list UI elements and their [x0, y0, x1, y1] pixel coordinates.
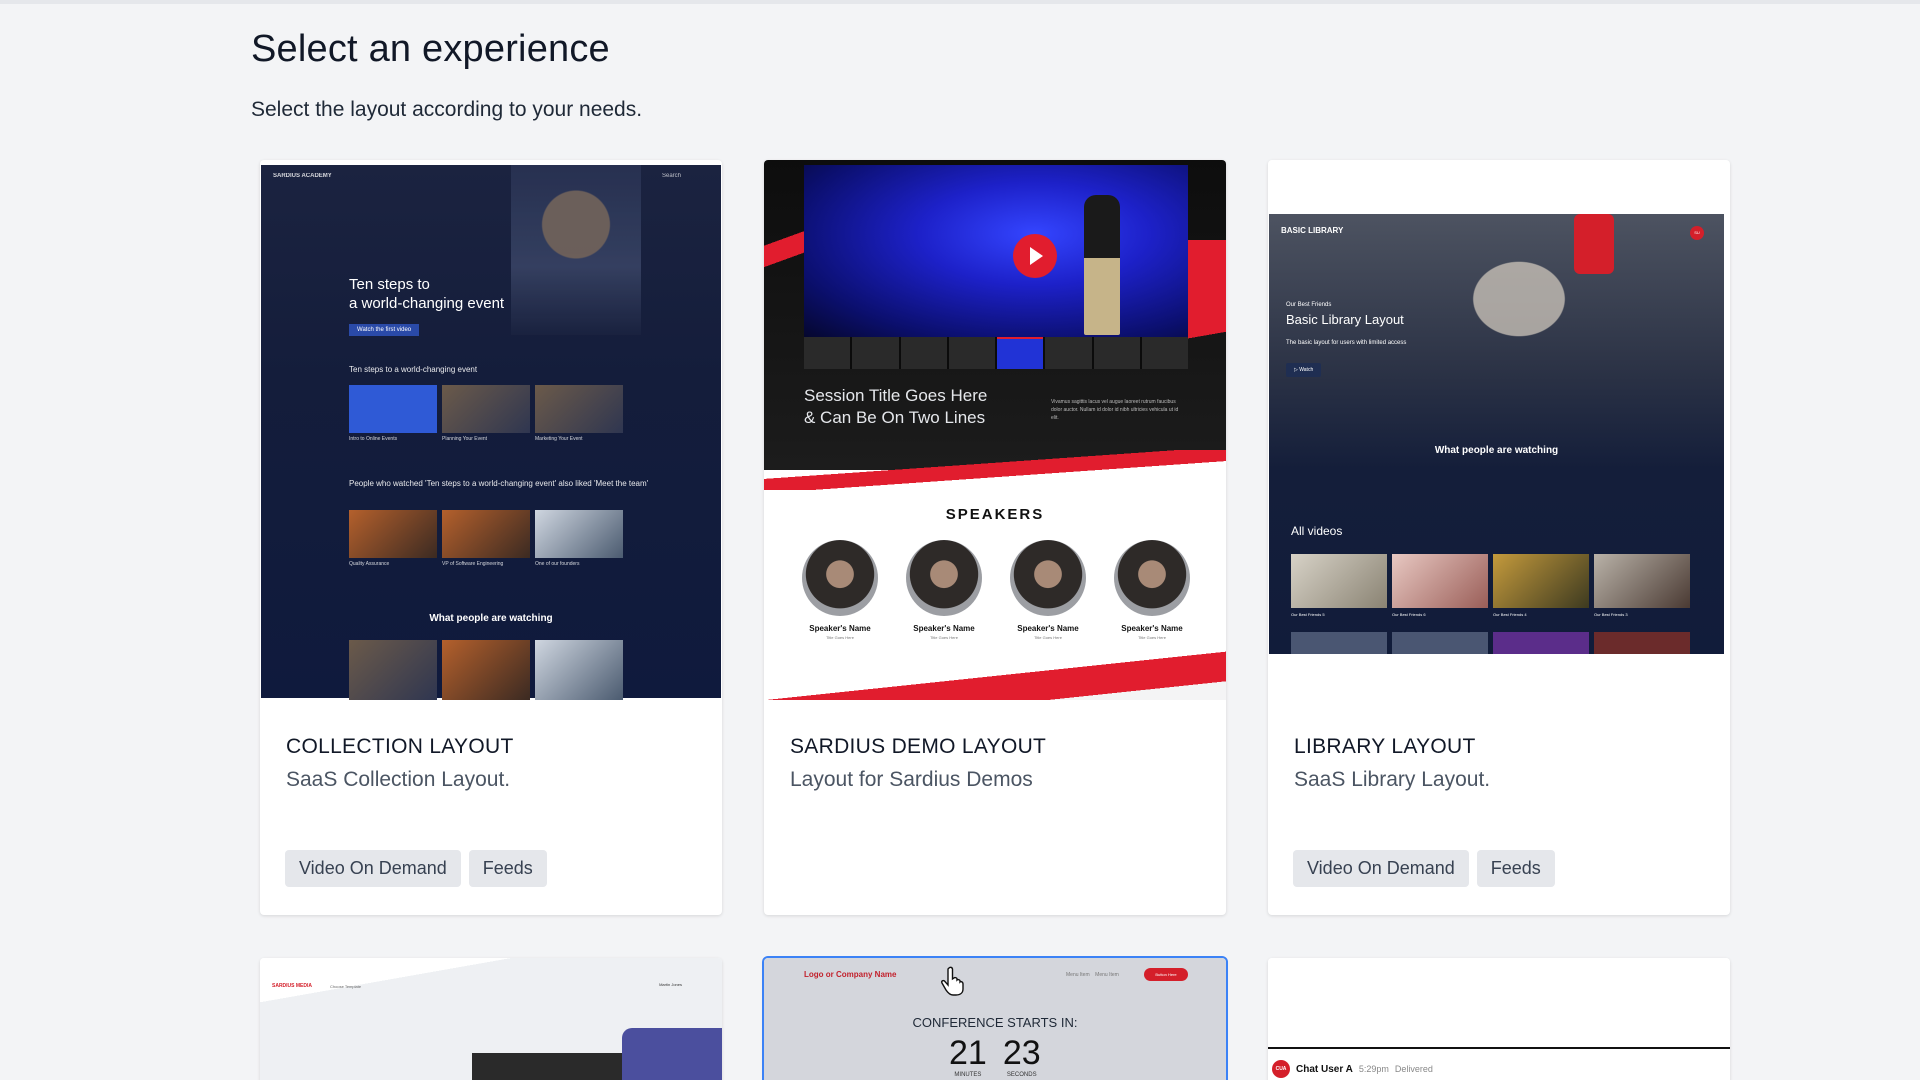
- speaker-avatar: [906, 540, 982, 616]
- chat-avatar: CUA: [1272, 1060, 1290, 1078]
- layout-card-4-preview: SARDIUS MEDIA Choose Template Martin Jon…: [260, 958, 722, 1080]
- preview-tile: Our Best Friends 4: [1493, 554, 1589, 617]
- countdown: 21 MINUTES 23 SECONDS: [949, 1034, 1041, 1078]
- preview-section-3: What people are watching: [429, 613, 553, 624]
- preview-tile: Planning Your Event: [442, 385, 530, 442]
- top-border: [0, 0, 1920, 4]
- preview-cta: Watch the first video: [349, 324, 420, 336]
- preview-section: What people are watching: [1434, 445, 1559, 456]
- card-tags: Video On Demand Feeds: [285, 850, 547, 887]
- preview-tile: VP of Software Engineering: [442, 510, 530, 567]
- video-thumbnail-strip: [804, 337, 1188, 369]
- library-layout-card[interactable]: BASIC LIBRARY SU Our Best Friends Basic …: [1268, 160, 1730, 915]
- preview-tile: [442, 640, 530, 700]
- library-layout-preview: BASIC LIBRARY SU Our Best Friends Basic …: [1268, 160, 1730, 700]
- preview-tile: Marketing Your Event: [535, 385, 623, 442]
- play-icon: [1013, 234, 1057, 278]
- presenter-image: [1084, 195, 1120, 335]
- session-description: Vivamus sagittis lacus vel augue laoreet…: [1051, 399, 1179, 421]
- tag-video-on-demand: Video On Demand: [1293, 850, 1469, 887]
- preview-tile: Intro to Online Events: [349, 385, 437, 442]
- speakers-heading: SPEAKERS: [945, 506, 1045, 523]
- video-stage: [804, 165, 1188, 337]
- countdown-label: CONFERENCE STARTS IN:: [912, 1015, 1078, 1030]
- card-title: LIBRARY LAYOUT: [1294, 735, 1476, 758]
- card-tags: Video On Demand Feeds: [1293, 850, 1555, 887]
- speaker-avatar: [802, 540, 878, 616]
- sardius-demo-layout-preview: Session Title Goes Here & Can Be On Two …: [764, 160, 1226, 700]
- preview-tile: Our Best Friends 3: [1594, 554, 1690, 617]
- page-subtitle: Select the layout according to your need…: [251, 98, 643, 121]
- card-title: SARDIUS DEMO LAYOUT: [790, 735, 1047, 758]
- page-title: Select an experience: [251, 28, 610, 70]
- preview-search: Search: [661, 173, 681, 179]
- layout-card-4[interactable]: SARDIUS MEDIA Choose Template Martin Jon…: [260, 958, 722, 1080]
- preview-tile: Our Best Friends 5: [1291, 554, 1387, 617]
- preview-tile: One of our founders: [535, 510, 623, 567]
- tag-feeds: Feeds: [1476, 850, 1555, 887]
- hero-person-image: [511, 165, 641, 335]
- layout-card-6-preview: CUA Chat User A 5:29pm Delivered: [1268, 958, 1730, 1080]
- speaker-item: Speaker's NameTitle Goes Here: [1114, 540, 1190, 640]
- speaker-avatar: [1114, 540, 1190, 616]
- layout-card-5-preview: Logo or Company Name Menu Item Menu Item…: [764, 958, 1226, 1080]
- chat-message: CUA Chat User A 5:29pm Delivered: [1272, 1060, 1433, 1078]
- sardius-demo-layout-card[interactable]: Session Title Goes Here & Can Be On Two …: [764, 160, 1226, 915]
- card-title: COLLECTION LAYOUT: [286, 735, 514, 758]
- speakers-list: Speaker's NameTitle Goes Here Speaker's …: [802, 540, 1190, 640]
- preview-tile: [349, 640, 437, 700]
- speaker-item: Speaker's NameTitle Goes Here: [802, 540, 878, 640]
- tag-feeds: Feeds: [468, 850, 547, 887]
- preview-eyebrow: Our Best Friends: [1286, 302, 1332, 308]
- tag-video-on-demand: Video On Demand: [285, 850, 461, 887]
- card-description: SaaS Collection Layout.: [286, 768, 511, 791]
- preview-tile: Our Best Friends 6: [1392, 554, 1488, 617]
- hand-cursor-icon: [941, 966, 964, 996]
- preview-watch-button: ▷ Watch: [1286, 363, 1322, 377]
- collection-layout-preview: SARDIUS ACADEMY Search Ten steps to a wo…: [260, 160, 722, 700]
- preview-section-2: People who watched 'Ten steps to a world…: [349, 479, 649, 488]
- preview-all-videos: All videos: [1291, 524, 1343, 538]
- card-description: Layout for Sardius Demos: [790, 768, 1033, 791]
- preview-description: The basic layout for users with limited …: [1286, 340, 1407, 346]
- preview-tile: Quality Assurance: [349, 510, 437, 567]
- preview-tile: [535, 640, 623, 700]
- speaker-item: Speaker's NameTitle Goes Here: [1010, 540, 1086, 640]
- layout-card-5[interactable]: Logo or Company Name Menu Item Menu Item…: [762, 956, 1228, 1080]
- layout-card-6[interactable]: CUA Chat User A 5:29pm Delivered: [1268, 958, 1730, 1080]
- preview-brand: SARDIUS ACADEMY: [273, 173, 332, 179]
- preview-brand: BASIC LIBRARY: [1281, 226, 1344, 235]
- preview-hero-title: Basic Library Layout: [1286, 312, 1404, 327]
- avatar: SU: [1690, 226, 1704, 240]
- preview-section-1: Ten steps to a world-changing event: [349, 365, 478, 374]
- speaker-avatar: [1010, 540, 1086, 616]
- collection-layout-card[interactable]: SARDIUS ACADEMY Search Ten steps to a wo…: [260, 160, 722, 915]
- preview-hero-title: Ten steps to a world-changing event: [349, 276, 505, 312]
- session-title: Session Title Goes Here & Can Be On Two …: [804, 386, 988, 427]
- card-description: SaaS Library Layout.: [1294, 768, 1491, 791]
- speaker-item: Speaker's NameTitle Goes Here: [906, 540, 982, 640]
